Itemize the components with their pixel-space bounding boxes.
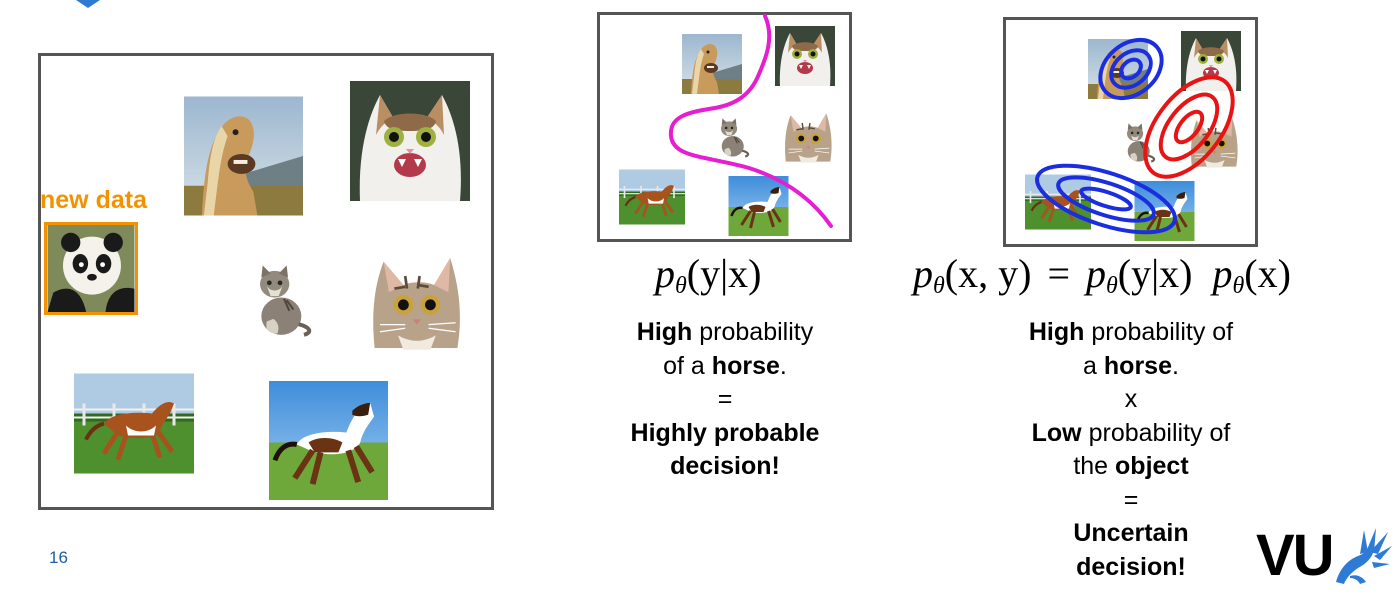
cat-photo xyxy=(350,81,470,201)
slide-corner-mark xyxy=(76,0,100,8)
vu-logo-text: VU xyxy=(1256,523,1335,588)
cat-density xyxy=(1143,75,1235,179)
panda-photo xyxy=(44,222,138,315)
horse-photo xyxy=(269,381,388,500)
generative-explanation: High probability of a horse. x Low proba… xyxy=(1028,318,1234,581)
horse-photo xyxy=(184,96,303,216)
horse-photo xyxy=(74,364,194,483)
griffin-logo-icon xyxy=(1336,528,1392,584)
horse-density-top xyxy=(1098,37,1164,101)
density-contours xyxy=(1035,37,1235,235)
discriminative-explanation: High probability of a horse. = Highly pr… xyxy=(630,318,820,480)
new-data-label: new data xyxy=(40,186,147,214)
horse-density-bottom xyxy=(1035,163,1177,235)
cat-photo xyxy=(362,240,470,366)
cat-photo xyxy=(240,245,320,350)
generative-formula: pθ(x, y) = pθ(y|x) pθ(x) xyxy=(913,251,1291,299)
discriminative-formula: pθ(y|x) xyxy=(655,251,762,299)
decision-boundary xyxy=(668,14,833,228)
page-number: 16 xyxy=(49,548,68,567)
